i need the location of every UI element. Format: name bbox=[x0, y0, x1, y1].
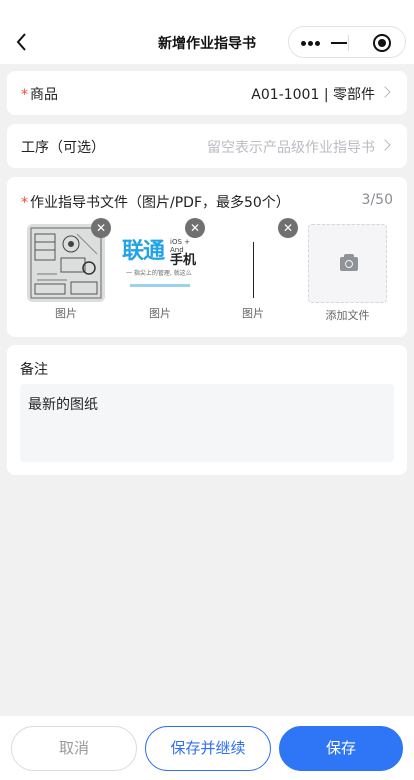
banner-decoration bbox=[130, 284, 190, 287]
file-thumbnail-1[interactable] bbox=[27, 224, 105, 302]
process-row[interactable]: 工序（可选） 留空表示产品级作业指导书 bbox=[7, 124, 407, 168]
miniprogram-capsule bbox=[288, 26, 406, 58]
files-label-text: 作业指导书文件（图片/PDF，最多50个） bbox=[30, 195, 290, 211]
files-card: * 作业指导书文件（图片/PDF，最多50个） 3/50 ✕ 图片 联通 iOS … bbox=[7, 177, 407, 337]
remove-file-3-icon[interactable]: ✕ bbox=[278, 218, 298, 238]
banner-app-text: 手机 bbox=[170, 253, 197, 268]
minimize-icon[interactable] bbox=[331, 42, 347, 44]
product-label-text: 商品 bbox=[30, 87, 58, 103]
required-mark: * bbox=[21, 195, 28, 211]
file-caption-1: 图片 bbox=[55, 307, 77, 320]
files-count: 3/50 bbox=[361, 192, 393, 208]
footer-bar: 取消 保存并继续 保存 bbox=[0, 716, 414, 780]
banner-big-text: 联通 bbox=[122, 239, 165, 264]
cancel-button[interactable]: 取消 bbox=[11, 726, 137, 771]
remark-card: 备注 最新的图纸 bbox=[7, 345, 407, 475]
file-caption-2: 图片 bbox=[149, 307, 171, 320]
process-label: 工序（可选） bbox=[21, 140, 105, 156]
file-thumbnail-3[interactable] bbox=[214, 224, 292, 302]
more-dots-icon[interactable] bbox=[301, 37, 323, 49]
required-mark: * bbox=[21, 87, 28, 103]
capsule-divider bbox=[348, 35, 349, 51]
chevron-right-icon bbox=[379, 139, 391, 151]
thin-line-image bbox=[253, 242, 254, 298]
remove-file-2-icon[interactable]: ✕ bbox=[185, 218, 205, 238]
process-placeholder: 留空表示产品级作业指导书 bbox=[207, 140, 375, 156]
add-file-button[interactable] bbox=[308, 224, 387, 303]
remove-file-1-icon[interactable]: ✕ bbox=[91, 218, 111, 238]
save-button[interactable]: 保存 bbox=[279, 726, 403, 771]
add-file-label: 添加文件 bbox=[325, 309, 370, 322]
remark-label: 备注 bbox=[20, 362, 48, 378]
product-row[interactable]: * 商品 A01-1001 | 零部件 bbox=[7, 71, 407, 115]
product-label: * 商品 bbox=[21, 84, 58, 104]
product-value: A01-1001 | 零部件 bbox=[251, 87, 375, 103]
remark-textarea[interactable]: 最新的图纸 bbox=[20, 384, 394, 462]
close-miniprogram-icon[interactable] bbox=[373, 34, 391, 52]
banner-slogan-text: 一 指尖上的管理, 就这么 bbox=[126, 270, 192, 277]
camera-icon bbox=[340, 254, 358, 271]
navigation-bar: 新增作业指导书 bbox=[0, 0, 414, 64]
files-label: * 作业指导书文件（图片/PDF，最多50个） bbox=[21, 192, 290, 212]
chevron-right-icon bbox=[379, 86, 391, 98]
file-caption-3: 图片 bbox=[242, 307, 264, 320]
save-and-continue-button[interactable]: 保存并继续 bbox=[145, 726, 271, 771]
drawing-image bbox=[27, 224, 105, 302]
